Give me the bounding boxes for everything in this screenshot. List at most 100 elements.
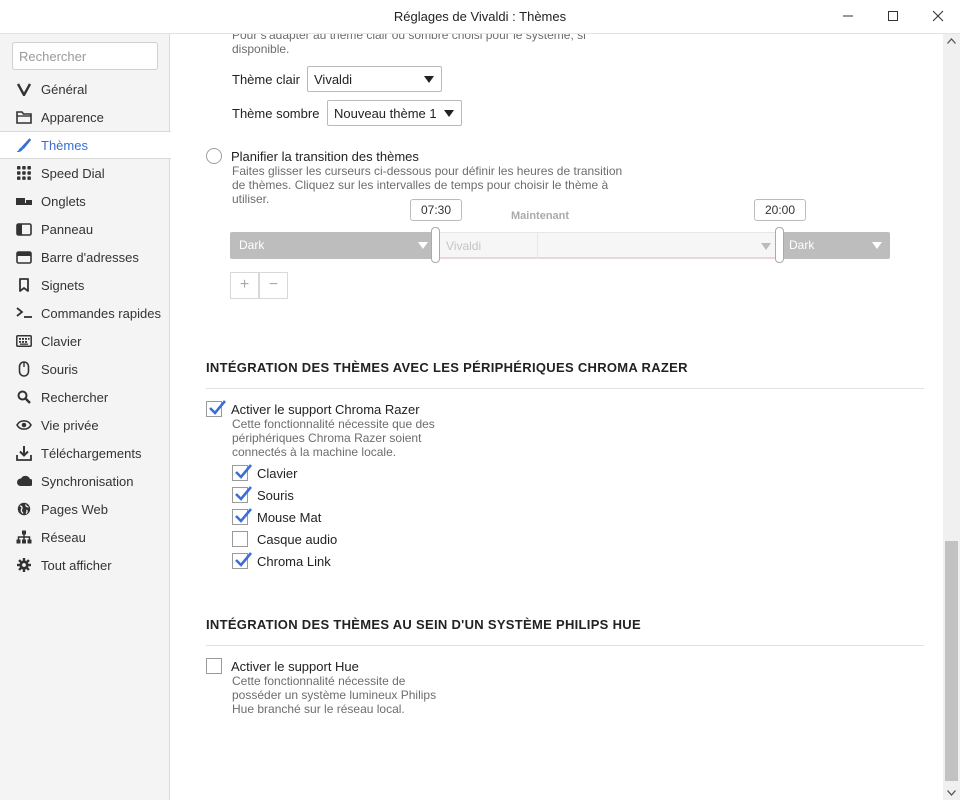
schedule-label: Planifier la transition des thèmes bbox=[231, 149, 419, 164]
divider bbox=[206, 388, 924, 389]
razer-keyboard-checkbox[interactable] bbox=[232, 464, 252, 481]
timeline-segment-evening[interactable]: Dark bbox=[780, 232, 890, 259]
bookmark-icon bbox=[16, 277, 32, 293]
hue-hint: Cette fonctionnalité nécessite de posséd… bbox=[232, 674, 437, 716]
sidebar-item-label: Speed Dial bbox=[41, 165, 105, 181]
sidebar-item-privacy[interactable]: Vie privée bbox=[0, 411, 170, 439]
title-bar: Réglages de Vivaldi : Thèmes bbox=[0, 0, 960, 34]
sidebar-item-keyboard[interactable]: Clavier bbox=[0, 327, 170, 355]
razer-section-title: INTÉGRATION DES THÈMES AVEC LES PÉRIPHÉR… bbox=[206, 360, 688, 375]
sidebar-item-sync[interactable]: Synchronisation bbox=[0, 467, 170, 495]
timeline-handle-end[interactable] bbox=[775, 227, 784, 263]
dark-theme-label: Thème sombre bbox=[232, 106, 320, 121]
close-icon bbox=[932, 10, 944, 22]
chevron-down-icon bbox=[444, 110, 454, 117]
sidebar-item-themes[interactable]: Thèmes bbox=[0, 131, 171, 159]
light-theme-label: Thème clair bbox=[232, 72, 300, 87]
time-end-box[interactable]: 20:00 bbox=[754, 199, 806, 221]
sidebar-item-network[interactable]: Réseau bbox=[0, 523, 170, 551]
download-icon bbox=[16, 445, 32, 461]
scrollbar-thumb[interactable] bbox=[945, 541, 958, 781]
remove-transition-button[interactable]: − bbox=[259, 272, 288, 299]
os-theme-hint: Pour s'adapter au thème clair ou sombre … bbox=[232, 34, 586, 56]
quick-commands-icon bbox=[16, 305, 32, 321]
sidebar-item-appearance[interactable]: Apparence bbox=[0, 103, 170, 131]
sidebar-item-speed-dial[interactable]: Speed Dial bbox=[0, 159, 170, 187]
schedule-radio[interactable] bbox=[206, 148, 222, 164]
sidebar-item-label: Commandes rapides bbox=[41, 305, 161, 321]
sidebar-item-quick-commands[interactable]: Commandes rapides bbox=[0, 299, 170, 327]
razer-device-label: Chroma Link bbox=[257, 554, 331, 569]
content-scrollbar[interactable] bbox=[943, 34, 960, 800]
chevron-down-icon bbox=[424, 76, 434, 83]
sidebar-item-bookmarks[interactable]: Signets bbox=[0, 271, 170, 299]
razer-enable-checkbox[interactable] bbox=[206, 400, 226, 417]
razer-enable-label: Activer le support Chroma Razer bbox=[231, 402, 420, 417]
razer-device-label: Souris bbox=[257, 488, 294, 503]
sidebar-item-label: Rechercher bbox=[41, 389, 109, 405]
window-title: Réglages de Vivaldi : Thèmes bbox=[393, 9, 567, 24]
timeline-segment-day[interactable]: Vivaldi bbox=[436, 232, 780, 259]
razer-device-label: Clavier bbox=[257, 466, 298, 481]
sidebar-item-label: Pages Web bbox=[41, 501, 108, 517]
sidebar-nav: Général Apparence Thèmes Speed Dial Ongl… bbox=[0, 75, 171, 579]
razer-device-label: Casque audio bbox=[257, 532, 338, 547]
now-label: Maintenant bbox=[511, 210, 570, 222]
close-button[interactable] bbox=[915, 0, 960, 32]
sidebar-item-address-bar[interactable]: Barre d'adresses bbox=[0, 243, 170, 271]
scroll-up-icon bbox=[947, 38, 956, 44]
sidebar-item-label: Signets bbox=[41, 277, 85, 293]
mouse-icon bbox=[16, 361, 32, 377]
add-transition-button[interactable]: + bbox=[230, 272, 259, 299]
keyboard-icon bbox=[16, 333, 32, 349]
sidebar-item-label: Vie privée bbox=[41, 417, 99, 433]
settings-sidebar: Rechercher Général Apparence Thèmes Spee… bbox=[0, 34, 171, 800]
razer-mousemat-checkbox[interactable] bbox=[232, 508, 252, 525]
hue-enable-label: Activer le support Hue bbox=[231, 659, 359, 674]
hue-section-title: INTÉGRATION DES THÈMES AU SEIN D'UN SYST… bbox=[206, 617, 641, 632]
timeline-handle-start[interactable] bbox=[431, 227, 440, 263]
brush-icon bbox=[16, 137, 32, 153]
sidebar-item-web-pages[interactable]: Pages Web bbox=[0, 495, 170, 523]
sidebar-item-search[interactable]: Rechercher bbox=[0, 383, 170, 411]
gear-icon bbox=[16, 557, 32, 573]
sidebar-item-panel[interactable]: Panneau bbox=[0, 215, 170, 243]
sidebar-item-downloads[interactable]: Téléchargements bbox=[0, 439, 170, 467]
hue-enable-checkbox[interactable] bbox=[206, 658, 222, 674]
address-bar-icon bbox=[16, 249, 32, 265]
razer-device-label: Mouse Mat bbox=[257, 510, 322, 525]
search-icon bbox=[16, 389, 32, 405]
maximize-icon bbox=[888, 11, 898, 21]
razer-headset-checkbox[interactable] bbox=[232, 531, 248, 547]
panel-icon bbox=[16, 221, 32, 237]
divider bbox=[206, 645, 924, 646]
dark-theme-select[interactable]: Nouveau thème 1 bbox=[327, 100, 462, 126]
grid-icon bbox=[16, 165, 32, 181]
sidebar-item-label: Synchronisation bbox=[41, 473, 134, 489]
chevron-down-icon bbox=[872, 242, 882, 249]
sidebar-item-show-all[interactable]: Tout afficher bbox=[0, 551, 170, 579]
razer-mouse-checkbox[interactable] bbox=[232, 486, 252, 503]
segment-theme-label: Vivaldi bbox=[446, 239, 482, 253]
time-start-box[interactable]: 07:30 bbox=[410, 199, 462, 221]
razer-chroma-link-checkbox[interactable] bbox=[232, 552, 252, 569]
light-theme-select[interactable]: Vivaldi bbox=[307, 66, 442, 92]
sidebar-item-label: Souris bbox=[41, 361, 78, 377]
sidebar-item-label: Réseau bbox=[41, 529, 86, 545]
sidebar-item-label: Panneau bbox=[41, 221, 94, 237]
sidebar-item-label: Téléchargements bbox=[41, 445, 142, 461]
minimize-icon bbox=[843, 15, 853, 17]
sidebar-item-general[interactable]: Général bbox=[0, 75, 170, 103]
folder-icon bbox=[16, 109, 32, 125]
globe-icon bbox=[16, 501, 32, 517]
scroll-down-icon bbox=[947, 790, 956, 796]
sidebar-item-mouse[interactable]: Souris bbox=[0, 355, 170, 383]
search-input[interactable]: Rechercher bbox=[12, 42, 158, 70]
sidebar-item-label: Thèmes bbox=[41, 137, 88, 153]
sidebar-item-tabs[interactable]: Onglets bbox=[0, 187, 170, 215]
sidebar-item-label: Onglets bbox=[41, 193, 86, 209]
sidebar-item-label: Barre d'adresses bbox=[41, 249, 139, 265]
timeline-segment-morning[interactable]: Dark bbox=[230, 232, 436, 259]
minimize-button[interactable] bbox=[825, 0, 871, 32]
maximize-button[interactable] bbox=[870, 0, 916, 32]
